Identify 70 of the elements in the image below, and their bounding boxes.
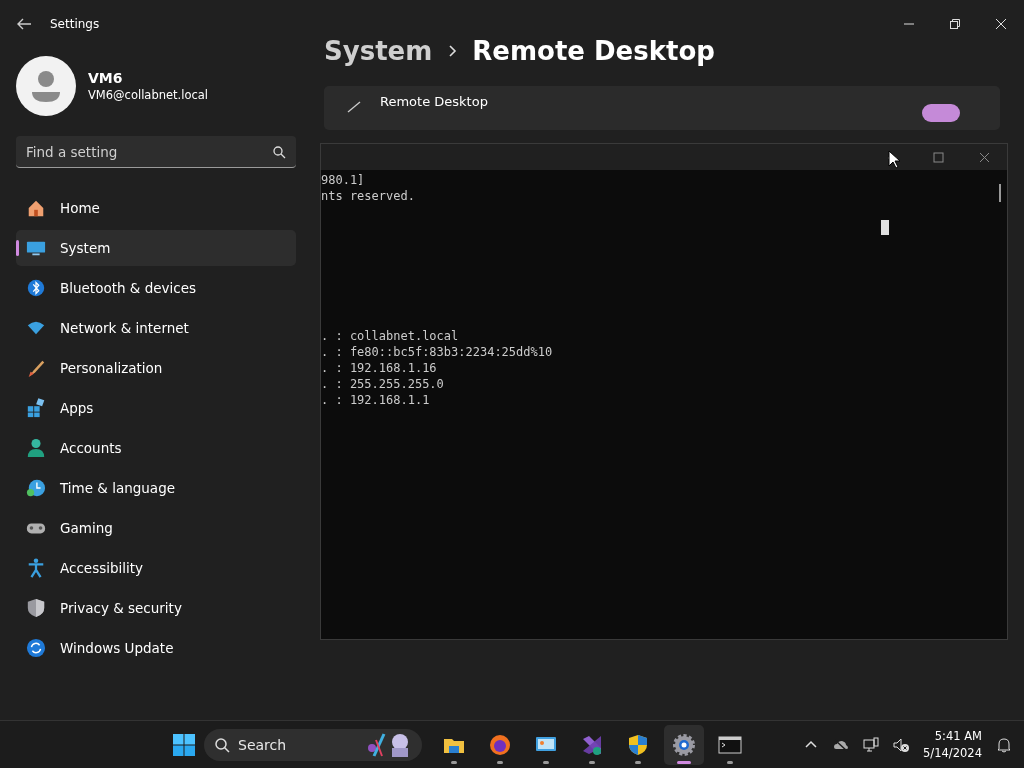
user-name: VM6 (88, 70, 124, 86)
sidebar-label: Personalization (60, 360, 163, 376)
terminal-line: . : fe80::bc5f:83b3:2234:25dd%10 (321, 344, 554, 360)
person-icon (26, 438, 46, 458)
sidebar-label: System (60, 240, 111, 256)
shield-icon (26, 598, 46, 618)
chevron-icon (446, 45, 459, 57)
card-title: Remote Desktop (380, 94, 489, 109)
close-icon (978, 151, 990, 163)
sidebar-label: Privacy & security (60, 600, 182, 616)
close-icon (995, 18, 1007, 30)
apps-grid-icon (26, 398, 46, 418)
shield-icon (626, 732, 650, 757)
sidebar-item[interactable]: Time & language (16, 470, 296, 506)
restore-icon (949, 18, 961, 30)
sidebar-item[interactable]: Network & internet (16, 310, 296, 346)
sidebar-label: Gaming (60, 520, 113, 536)
sidebar-item[interactable]: System (16, 230, 296, 266)
sidebar-label: Accounts (60, 440, 122, 456)
speaker-muted-icon[interactable] (893, 736, 910, 753)
sidebar-label: Accessibility (60, 560, 144, 576)
terminal-line: nts reserved. (321, 188, 416, 204)
bluetooth-icon (26, 278, 46, 298)
sidebar-item[interactable]: Gaming (16, 510, 296, 546)
toggle-switch[interactable] (922, 104, 960, 122)
terminal-line: . : 192.168.1.16 (321, 360, 438, 376)
search-field[interactable]: Find a setting (16, 136, 296, 168)
sync-icon (26, 638, 46, 658)
user-email: VM6@collabnet.local (88, 88, 209, 102)
window-title: Settings (50, 17, 100, 31)
taskbar-search[interactable]: Search (204, 728, 422, 761)
sidebar-label: Network & internet (60, 320, 189, 336)
clock[interactable]: 5:41 AM 5/14/2024 (923, 729, 982, 760)
sidebar-item[interactable]: Personalization (16, 350, 296, 386)
sidebar-item[interactable]: Privacy & security (16, 590, 296, 626)
sidebar-item[interactable]: Accounts (16, 430, 296, 466)
mouse-pointer-icon (888, 150, 901, 169)
clock-globe-icon (26, 478, 46, 498)
sidebar-label: Bluetooth & devices (60, 280, 197, 296)
brush-icon (26, 358, 46, 378)
sidebar-label: Apps (60, 400, 94, 416)
network-icon[interactable] (863, 736, 880, 753)
bell-icon[interactable] (996, 736, 1012, 753)
terminal-line: 980.1] (321, 172, 366, 188)
sidebar-item[interactable]: Bluetooth & devices (16, 270, 296, 306)
sidebar-label: Time & language (60, 480, 175, 496)
time-text: 5:41 AM (934, 729, 982, 743)
terminal-line: . : 192.168.1.1 (321, 392, 431, 408)
search-icon (272, 144, 286, 159)
date-text: 5/14/2024 (923, 746, 982, 760)
breadcrumb-link[interactable]: System (324, 36, 433, 66)
sidebar-item[interactable]: Windows Update (16, 630, 296, 666)
text-cursor (881, 220, 889, 235)
taskbar-app-button[interactable] (664, 724, 704, 765)
search-icon (214, 736, 230, 753)
gear-icon (672, 732, 696, 757)
sidebar-item[interactable]: Apps (16, 390, 296, 426)
sidebar-item[interactable]: Accessibility (16, 550, 296, 586)
terminal-line: . : collabnet.local (321, 328, 460, 344)
page-title: Remote Desktop (472, 36, 715, 66)
avatar-icon (16, 56, 76, 116)
sidebar-item[interactable]: Home (16, 190, 296, 226)
house-icon (26, 198, 46, 218)
sidebar-label: Windows Update (60, 640, 174, 656)
maximize-icon (932, 151, 944, 163)
browser-icon (488, 732, 512, 757)
sidebar-label: Home (60, 200, 100, 216)
terminal-line: . : 255.255.255.0 (321, 376, 445, 392)
scrollbar-thumb[interactable] (999, 184, 1001, 202)
accessibility-icon (26, 558, 46, 578)
